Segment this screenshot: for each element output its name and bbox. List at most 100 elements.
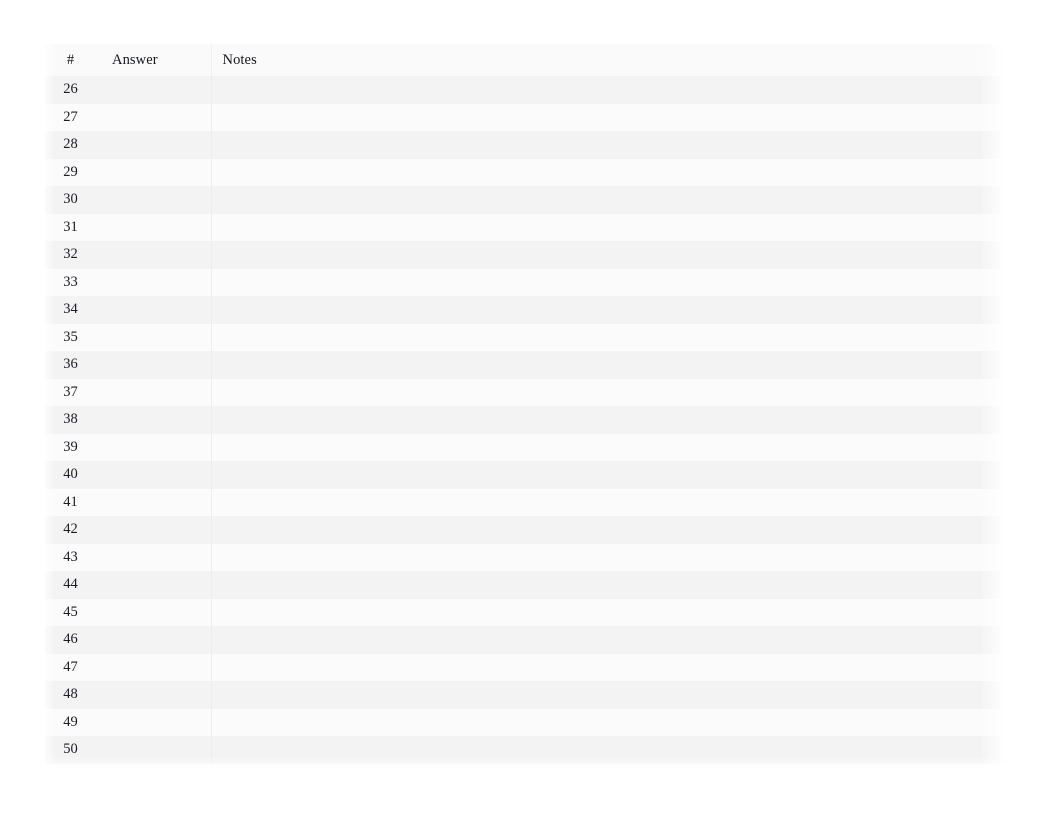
answer-cell[interactable] bbox=[102, 103, 212, 131]
column-header-number[interactable]: # bbox=[45, 44, 102, 76]
answer-cell[interactable] bbox=[102, 543, 212, 571]
row-number-cell: 43 bbox=[63, 548, 78, 565]
answer-cell[interactable] bbox=[102, 351, 212, 379]
column-header-notes[interactable]: Notes bbox=[211, 44, 1006, 76]
table-row[interactable]: 30 bbox=[45, 186, 1006, 214]
table-row[interactable]: 33 bbox=[45, 268, 1006, 297]
answer-cell[interactable] bbox=[102, 488, 212, 516]
row-number-cell: 40 bbox=[63, 466, 78, 483]
table-row[interactable]: 40 bbox=[45, 461, 1006, 489]
column-header-answer[interactable]: Answer bbox=[102, 44, 212, 76]
table-row[interactable]: 34 bbox=[45, 296, 1006, 324]
notes-cell[interactable] bbox=[211, 159, 1006, 187]
answer-cell[interactable] bbox=[102, 268, 212, 296]
answer-cell[interactable] bbox=[102, 626, 212, 654]
row-number-cell: 49 bbox=[63, 713, 78, 730]
notes-cell[interactable] bbox=[211, 324, 1006, 352]
notes-cell[interactable] bbox=[211, 571, 1006, 599]
row-number-cell: 36 bbox=[63, 356, 78, 373]
table-row[interactable]: 36 bbox=[45, 351, 1006, 379]
notes-cell[interactable] bbox=[211, 489, 1006, 517]
answer-cell[interactable] bbox=[102, 516, 212, 544]
answer-cell[interactable] bbox=[102, 241, 212, 269]
table-row[interactable]: 45 bbox=[45, 598, 1006, 627]
table-row[interactable]: 41 bbox=[45, 488, 1006, 517]
answer-cell[interactable] bbox=[102, 433, 212, 461]
row-number-cell: 42 bbox=[63, 521, 78, 538]
answer-cell[interactable] bbox=[102, 131, 212, 159]
answer-cell[interactable] bbox=[102, 598, 212, 626]
row-number-cell: 48 bbox=[63, 686, 78, 703]
table-row[interactable]: 27 bbox=[45, 103, 1006, 132]
table-row[interactable]: 32 bbox=[45, 241, 1006, 269]
row-number-cell: 27 bbox=[63, 108, 78, 125]
notes-cell[interactable] bbox=[211, 379, 1006, 407]
row-number-cell: 31 bbox=[63, 218, 78, 235]
row-number-cell: 41 bbox=[63, 493, 78, 510]
row-number-cell: 45 bbox=[63, 603, 78, 620]
answer-cell[interactable] bbox=[102, 461, 212, 489]
row-number-cell: 29 bbox=[63, 163, 78, 180]
table-row[interactable]: 35 bbox=[45, 323, 1006, 352]
row-number-cell: 44 bbox=[63, 576, 78, 593]
notes-cell[interactable] bbox=[211, 626, 1006, 654]
notes-cell[interactable] bbox=[211, 406, 1006, 434]
answer-sheet-grid: # Answer Notes 26 27 28 29 30 31 32 33 34 35 36 37 3… bbox=[45, 44, 1006, 764]
notes-cell[interactable] bbox=[211, 296, 1006, 324]
notes-cell[interactable] bbox=[211, 544, 1006, 572]
answer-cell[interactable] bbox=[102, 323, 212, 351]
answer-cell[interactable] bbox=[102, 76, 212, 104]
table-header-row: # Answer Notes bbox=[45, 44, 1006, 76]
answer-cell[interactable] bbox=[102, 158, 212, 186]
notes-cell[interactable] bbox=[211, 434, 1006, 462]
table-body: 26 27 28 29 30 31 32 33 34 35 36 37 38 39 40 41 42 43 44 45… bbox=[45, 76, 1006, 764]
table-row[interactable]: 48 bbox=[45, 681, 1006, 709]
notes-cell[interactable] bbox=[211, 709, 1006, 737]
notes-cell[interactable] bbox=[211, 131, 1006, 159]
notes-cell[interactable] bbox=[211, 214, 1006, 242]
answer-cell[interactable] bbox=[102, 186, 212, 214]
table-row[interactable]: 29 bbox=[45, 158, 1006, 187]
table-row[interactable]: 46 bbox=[45, 626, 1006, 654]
notes-cell[interactable] bbox=[211, 461, 1006, 489]
notes-cell[interactable] bbox=[211, 186, 1006, 214]
table-row[interactable]: 44 bbox=[45, 571, 1006, 599]
table-row[interactable]: 26 bbox=[45, 76, 1006, 104]
row-number-cell: 30 bbox=[63, 191, 78, 208]
table-row[interactable]: 43 bbox=[45, 543, 1006, 572]
table-row[interactable]: 42 bbox=[45, 516, 1006, 544]
answer-cell[interactable] bbox=[102, 736, 212, 764]
row-number-cell: 32 bbox=[63, 246, 78, 263]
notes-cell[interactable] bbox=[211, 76, 1006, 104]
notes-cell[interactable] bbox=[211, 104, 1006, 132]
table-row[interactable]: 31 bbox=[45, 213, 1006, 242]
table-row[interactable]: 28 bbox=[45, 131, 1006, 159]
row-number-cell: 28 bbox=[63, 136, 78, 153]
notes-cell[interactable] bbox=[211, 681, 1006, 709]
table-row[interactable]: 38 bbox=[45, 406, 1006, 434]
answer-cell[interactable] bbox=[102, 213, 212, 241]
answer-cell[interactable] bbox=[102, 406, 212, 434]
notes-cell[interactable] bbox=[211, 269, 1006, 297]
answer-cell[interactable] bbox=[102, 681, 212, 709]
table-row[interactable]: 47 bbox=[45, 653, 1006, 682]
page: # Answer Notes 26 27 28 29 30 31 32 33 34 35 36 37 3… bbox=[0, 0, 1062, 822]
row-number-cell: 46 bbox=[63, 631, 78, 648]
table-row[interactable]: 50 bbox=[45, 736, 1006, 764]
answer-cell[interactable] bbox=[102, 653, 212, 681]
answer-cell[interactable] bbox=[102, 296, 212, 324]
answer-cell[interactable] bbox=[102, 571, 212, 599]
table-row[interactable]: 37 bbox=[45, 378, 1006, 407]
row-number-cell: 34 bbox=[63, 301, 78, 318]
table-row[interactable]: 39 bbox=[45, 433, 1006, 462]
notes-cell[interactable] bbox=[211, 599, 1006, 627]
table-row[interactable]: 49 bbox=[45, 708, 1006, 737]
notes-cell[interactable] bbox=[211, 351, 1006, 379]
answer-cell[interactable] bbox=[102, 378, 212, 406]
notes-cell[interactable] bbox=[211, 654, 1006, 682]
notes-cell[interactable] bbox=[211, 736, 1006, 764]
answer-cell[interactable] bbox=[102, 708, 212, 736]
notes-cell[interactable] bbox=[211, 241, 1006, 269]
notes-cell[interactable] bbox=[211, 516, 1006, 544]
row-number-cell: 26 bbox=[63, 81, 78, 98]
